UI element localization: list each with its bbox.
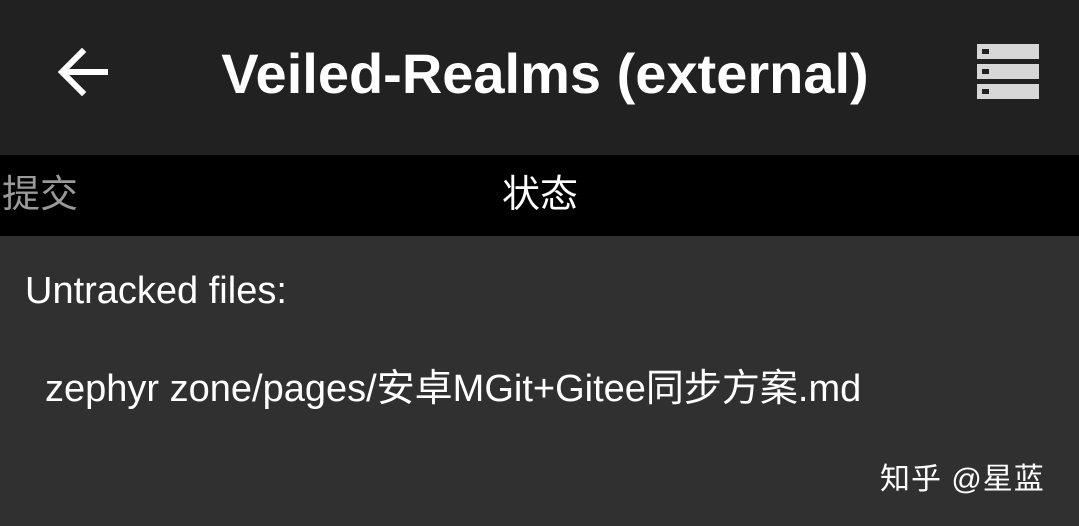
tab-status[interactable]: 状态 — [480, 155, 600, 236]
back-button[interactable] — [50, 38, 118, 106]
arrow-left-icon — [57, 48, 108, 96]
untracked-files-heading: Untracked files: — [25, 270, 287, 312]
tab-commits[interactable]: 提交 — [0, 155, 80, 236]
tab-bar: 提交 状态 — [0, 155, 1079, 236]
server-menu-button[interactable] — [970, 38, 1046, 106]
page-title: Veiled-Realms (external) — [221, 42, 869, 105]
app-bar: Veiled-Realms (external) — [0, 0, 1079, 155]
untracked-file-item[interactable]: zephyr zone/pages/安卓MGit+Gitee同步方案.md — [45, 363, 861, 415]
watermark: 知乎 @星蓝 — [880, 463, 1045, 496]
server-stack-icon — [977, 44, 1039, 99]
